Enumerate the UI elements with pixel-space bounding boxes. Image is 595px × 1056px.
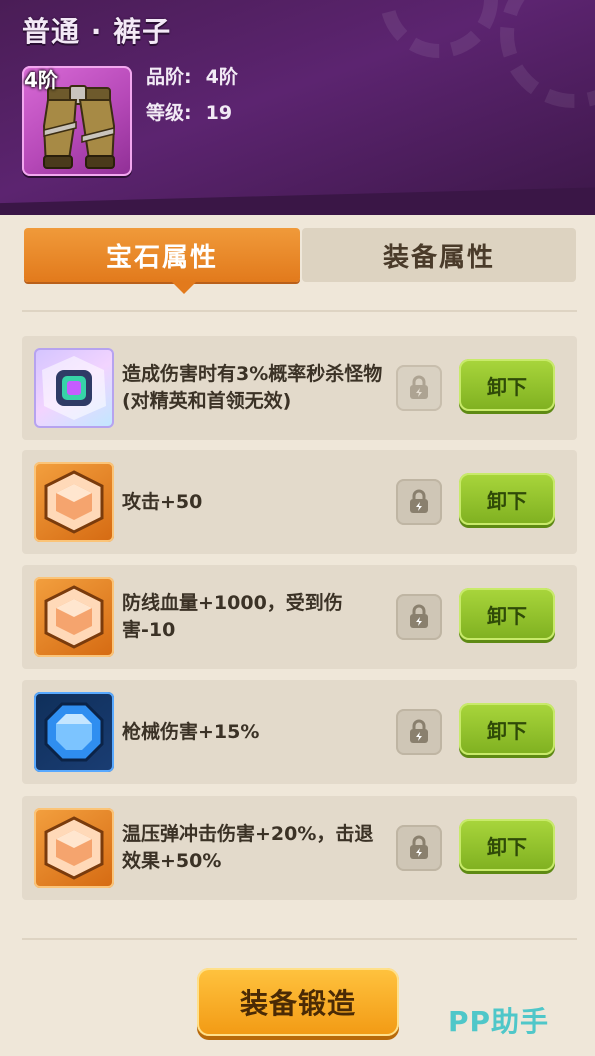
gem-description: 枪械伤害+15% — [122, 720, 260, 743]
lock-icon — [410, 719, 428, 743]
gem-row: 攻击+50 卸下 — [22, 450, 577, 554]
lock-button[interactable] — [396, 825, 442, 871]
unload-button[interactable]: 卸下 — [459, 359, 555, 411]
gem-description: 防线血量+1000，受到伤害-10 — [122, 592, 343, 641]
lock-button[interactable] — [396, 365, 442, 411]
gem-row: 温压弹冲击伤害+20%，击退效果+50% 卸下 — [22, 796, 577, 900]
tab-active-pointer — [172, 282, 196, 294]
lock-button[interactable] — [396, 479, 442, 525]
orange-gem-graphic — [44, 470, 104, 534]
orange-gem-icon[interactable] — [34, 577, 114, 657]
lock-button[interactable] — [396, 594, 442, 640]
unload-button[interactable]: 卸下 — [459, 588, 555, 640]
rainbow-gem-graphic — [42, 356, 106, 420]
orange-gem-graphic — [44, 816, 104, 880]
lock-button[interactable] — [396, 709, 442, 755]
orange-gem-graphic — [44, 585, 104, 649]
stat-value: 4阶 — [205, 66, 238, 88]
gem-row: 造成伤害时有3%概率秒杀怪物(对精英和首领无效) 卸下 — [22, 336, 577, 440]
lock-icon — [410, 489, 428, 513]
lock-icon — [410, 835, 428, 859]
stat-value: 19 — [205, 102, 233, 124]
unload-button[interactable]: 卸下 — [459, 819, 555, 871]
stat-label: 等级: — [146, 102, 192, 124]
stat-label: 品阶: — [146, 66, 192, 88]
orange-gem-icon[interactable] — [34, 808, 114, 888]
stat-row-level: 等级: 19 — [146, 98, 232, 125]
stat-row-tier: 品阶: 4阶 — [146, 62, 238, 89]
header-bottom-edge — [0, 185, 595, 215]
unload-button[interactable]: 卸下 — [459, 703, 555, 755]
orange-gem-icon[interactable] — [34, 462, 114, 542]
item-header-panel: 普通 · 裤子 4阶 品阶: 4阶 等级: 19 — [0, 0, 595, 215]
list-top-divider — [22, 310, 577, 312]
gem-row: 防线血量+1000，受到伤害-10 卸下 — [22, 565, 577, 669]
list-bottom-divider — [22, 938, 577, 940]
gem-row: 枪械伤害+15% 卸下 — [22, 680, 577, 784]
lock-icon — [410, 604, 428, 628]
blue-gem-icon[interactable] — [34, 692, 114, 772]
gem-description: 温压弹冲击伤害+20%，击退效果+50% — [122, 823, 374, 872]
gear-decoration-icon — [500, 0, 595, 108]
pp-assistant-watermark: PP助手 — [448, 1005, 550, 1038]
equipment-forge-button[interactable]: 装备锻造 — [197, 968, 399, 1036]
tab-equipment-attributes[interactable]: 装备属性 — [302, 228, 576, 282]
lock-icon — [410, 375, 428, 399]
gem-description: 造成伤害时有3%概率秒杀怪物(对精英和首领无效) — [122, 363, 383, 412]
tab-gem-attributes[interactable]: 宝石属性 — [24, 228, 300, 294]
tab-label: 宝石属性 — [105, 242, 218, 273]
item-icon-frame[interactable]: 4阶 — [22, 66, 132, 176]
rainbow-gem-icon[interactable] — [34, 348, 114, 428]
unload-button[interactable]: 卸下 — [459, 473, 555, 525]
gem-description: 攻击+50 — [122, 490, 203, 513]
blue-gem-graphic — [44, 702, 104, 762]
item-tier-badge: 4阶 — [24, 68, 58, 92]
tab-label: 装备属性 — [382, 242, 495, 273]
gear-decoration-icon — [380, 0, 498, 58]
item-title: 普通 · 裤子 — [22, 15, 172, 48]
